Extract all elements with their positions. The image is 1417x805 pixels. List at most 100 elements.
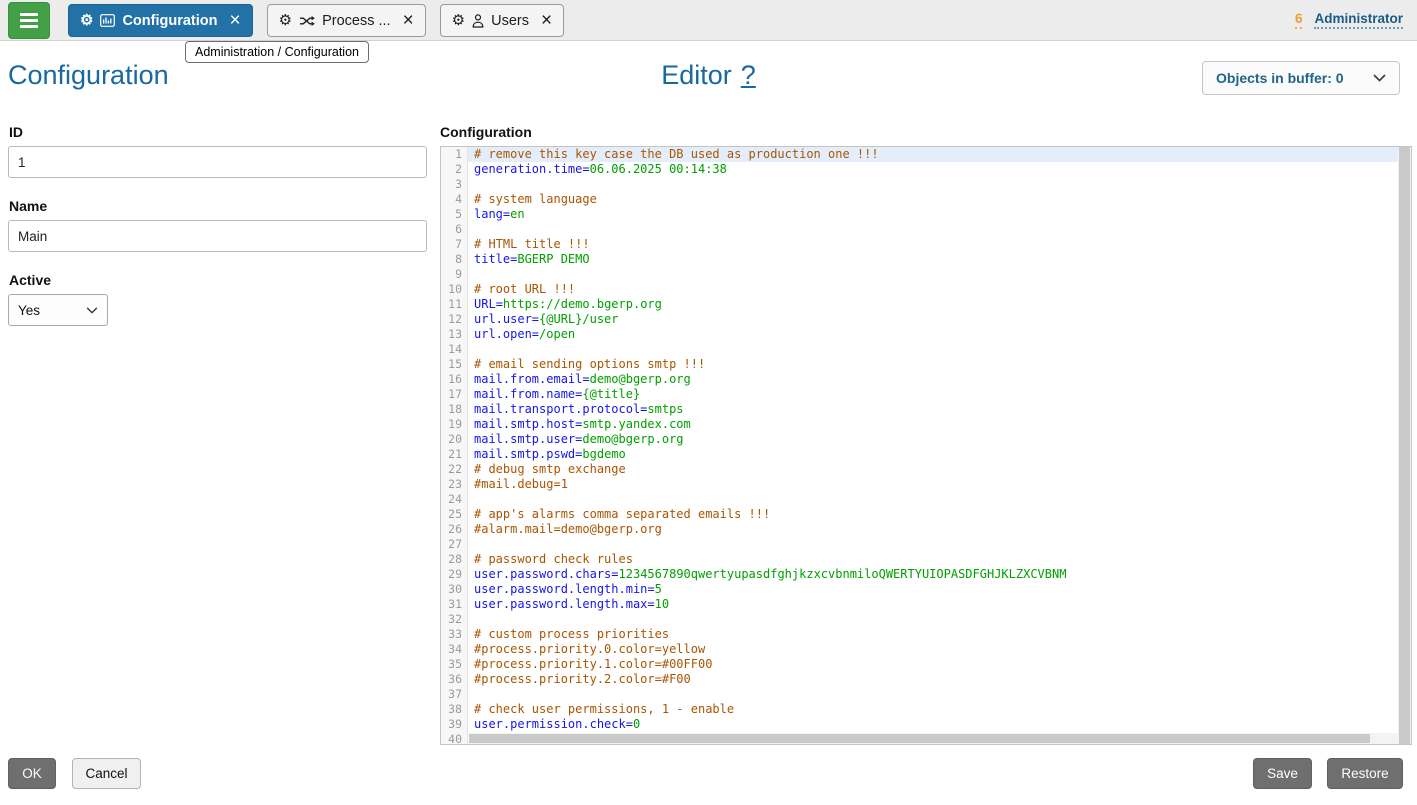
editor-field-label: Configuration — [440, 124, 1412, 140]
notification-count[interactable]: 6 — [1295, 11, 1303, 29]
editor-line[interactable]: 12url.user={@URL}/user — [441, 312, 1411, 327]
editor-line[interactable]: 14 — [441, 342, 1411, 357]
editor-line[interactable]: 5lang=en — [441, 207, 1411, 222]
line-number: 28 — [441, 552, 468, 567]
editor-line[interactable]: 30user.password.length.min=5 — [441, 582, 1411, 597]
gear-icon: ⚙ — [452, 13, 465, 28]
ok-button[interactable]: OK — [8, 758, 56, 789]
close-icon[interactable]: × — [403, 11, 414, 30]
editor-line[interactable]: 24 — [441, 492, 1411, 507]
restore-button[interactable]: Restore — [1327, 758, 1403, 789]
editor-line[interactable]: 21mail.smtp.pswd=bgdemo — [441, 447, 1411, 462]
editor-line[interactable]: 29user.password.chars=1234567890qwertyup… — [441, 567, 1411, 582]
active-select[interactable]: Yes — [8, 294, 108, 326]
line-number: 25 — [441, 507, 468, 522]
code-text: URL=https://demo.bgerp.org — [468, 297, 1411, 312]
tab-users[interactable]: ⚙Users× — [440, 4, 564, 37]
code-text: # debug smtp exchange — [468, 462, 1411, 477]
id-field[interactable] — [8, 146, 427, 178]
editor-line[interactable]: 39user.permission.check=0 — [441, 717, 1411, 732]
code-text: url.open=/open — [468, 327, 1411, 342]
line-number: 18 — [441, 402, 468, 417]
editor-line[interactable]: 32 — [441, 612, 1411, 627]
editor-line[interactable]: 17mail.from.name={@title} — [441, 387, 1411, 402]
editor-line[interactable]: 9 — [441, 267, 1411, 282]
editor-panel: Configuration 1# remove this key case th… — [440, 124, 1412, 745]
editor-line[interactable]: 1# remove this key case the DB used as p… — [441, 147, 1411, 162]
line-number: 19 — [441, 417, 468, 432]
editor-line[interactable]: 22# debug smtp exchange — [441, 462, 1411, 477]
editor-line[interactable]: 15# email sending options smtp !!! — [441, 357, 1411, 372]
tab-label: Process ... — [322, 13, 391, 29]
user-area: 6 Administrator — [1295, 11, 1403, 29]
objects-buffer-dropdown[interactable]: Objects in buffer: 0 — [1202, 61, 1400, 95]
editor-line[interactable]: 16mail.from.email=demo@bgerp.org — [441, 372, 1411, 387]
line-number: 8 — [441, 252, 468, 267]
editor-line[interactable]: 35#process.priority.1.color=#00FF00 — [441, 657, 1411, 672]
editor-line[interactable]: 10# root URL !!! — [441, 282, 1411, 297]
line-number: 12 — [441, 312, 468, 327]
editor-title: Editor — [661, 60, 732, 90]
editor-line[interactable]: 23#mail.debug=1 — [441, 477, 1411, 492]
editor-line[interactable]: 7# HTML title !!! — [441, 237, 1411, 252]
code-text: title=BGERP DEMO — [468, 252, 1411, 267]
editor-line[interactable]: 13url.open=/open — [441, 327, 1411, 342]
editor-line[interactable]: 31user.password.length.max=10 — [441, 597, 1411, 612]
main-menu-button[interactable] — [8, 2, 50, 39]
line-number: 2 — [441, 162, 468, 177]
line-number: 40 — [441, 732, 468, 745]
code-text: # password check rules — [468, 552, 1411, 567]
line-number: 30 — [441, 582, 468, 597]
chevron-down-icon — [1373, 74, 1386, 82]
save-button[interactable]: Save — [1253, 758, 1312, 789]
horizontal-scrollbar-thumb[interactable] — [469, 734, 1370, 743]
editor-line[interactable]: 20mail.smtp.user=demo@bgerp.org — [441, 432, 1411, 447]
name-label: Name — [9, 198, 427, 214]
close-icon[interactable]: × — [541, 11, 552, 30]
close-icon[interactable]: × — [230, 11, 241, 30]
editor-line[interactable]: 8title=BGERP DEMO — [441, 252, 1411, 267]
editor-line[interactable]: 28# password check rules — [441, 552, 1411, 567]
help-link[interactable]: ? — [741, 60, 756, 90]
editor-line[interactable]: 38# check user permissions, 1 - enable — [441, 702, 1411, 717]
editor-line[interactable]: 3 — [441, 177, 1411, 192]
id-label: ID — [9, 124, 427, 140]
editor-line[interactable]: 37 — [441, 687, 1411, 702]
editor-line[interactable]: 27 — [441, 537, 1411, 552]
vertical-scrollbar-thumb[interactable] — [1399, 147, 1410, 744]
editor-line[interactable]: 4# system language — [441, 192, 1411, 207]
editor-line[interactable]: 19mail.smtp.host=smtp.yandex.com — [441, 417, 1411, 432]
editor-line[interactable]: 36#process.priority.2.color=#F00 — [441, 672, 1411, 687]
line-number: 6 — [441, 222, 468, 237]
editor-line[interactable]: 2generation.time=06.06.2025 00:14:38 — [441, 162, 1411, 177]
code-text: # email sending options smtp !!! — [468, 357, 1411, 372]
code-editor[interactable]: 1# remove this key case the DB used as p… — [440, 146, 1412, 745]
code-text — [468, 222, 1411, 237]
vertical-scrollbar[interactable] — [1398, 147, 1411, 744]
editor-line[interactable]: 18mail.transport.protocol=smtps — [441, 402, 1411, 417]
editor-line[interactable]: 26#alarm.mail=demo@bgerp.org — [441, 522, 1411, 537]
editor-line[interactable]: 34#process.priority.0.color=yellow — [441, 642, 1411, 657]
line-number: 38 — [441, 702, 468, 717]
line-number: 26 — [441, 522, 468, 537]
code-text — [468, 537, 1411, 552]
tab-configuration[interactable]: ⚙Configuration× — [68, 4, 253, 37]
config-icon — [100, 14, 115, 27]
horizontal-scrollbar[interactable] — [469, 733, 1398, 744]
editor-line[interactable]: 6 — [441, 222, 1411, 237]
name-field[interactable] — [8, 220, 427, 252]
cancel-button[interactable]: Cancel — [72, 758, 141, 789]
code-text: # check user permissions, 1 - enable — [468, 702, 1411, 717]
line-number: 35 — [441, 657, 468, 672]
code-text: user.permission.check=0 — [468, 717, 1411, 732]
editor-line[interactable]: 11URL=https://demo.bgerp.org — [441, 297, 1411, 312]
gear-icon: ⚙ — [279, 13, 292, 28]
line-number: 3 — [441, 177, 468, 192]
editor-line[interactable]: 33# custom process priorities — [441, 627, 1411, 642]
current-user-link[interactable]: Administrator — [1314, 11, 1403, 29]
tab-process[interactable]: ⚙ Process ... × — [267, 4, 426, 37]
hamburger-icon — [20, 13, 38, 16]
tab-label: Configuration — [122, 13, 217, 29]
code-text — [468, 612, 1411, 627]
editor-line[interactable]: 25# app's alarms comma separated emails … — [441, 507, 1411, 522]
